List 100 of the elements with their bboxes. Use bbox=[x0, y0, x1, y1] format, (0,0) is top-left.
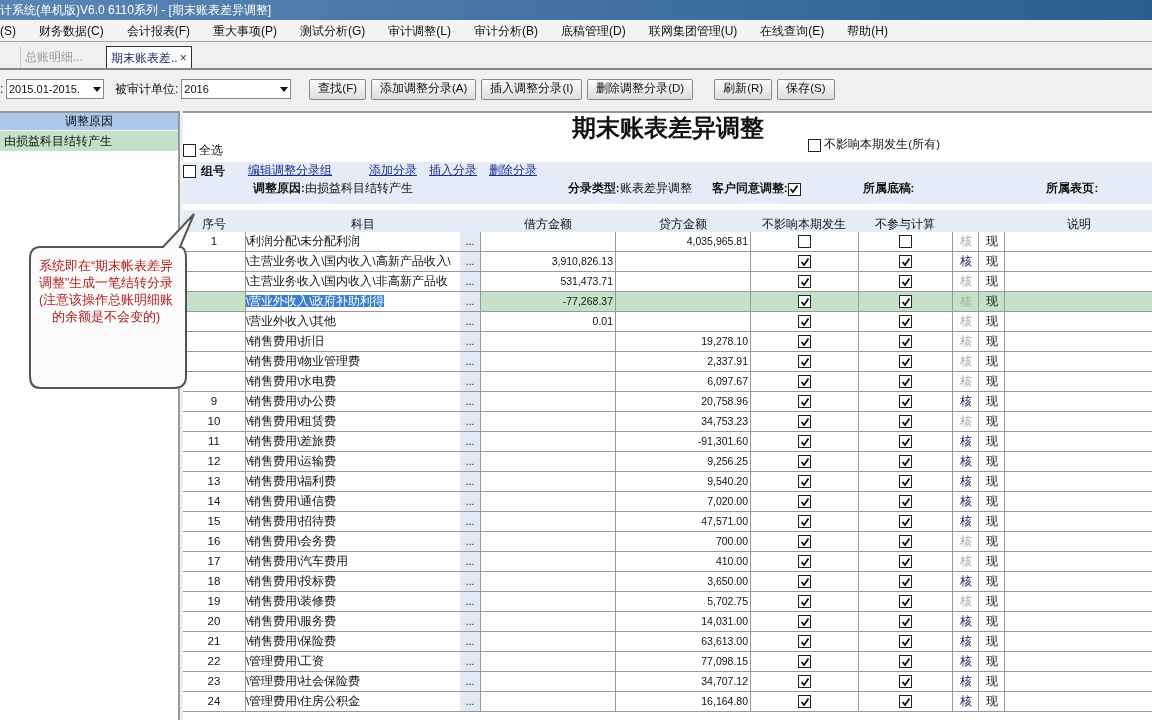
exclude-checkbox[interactable] bbox=[899, 475, 912, 488]
show-link[interactable]: 现 bbox=[985, 355, 998, 367]
browse-button[interactable]: ... bbox=[460, 652, 480, 671]
exclude-checkbox[interactable] bbox=[899, 455, 912, 468]
reason-item[interactable]: 由损益科目结转产生 bbox=[0, 131, 178, 151]
table-row[interactable]: 18 \销售费用\投标费 ... 3,650.00 核 现 bbox=[183, 572, 1152, 592]
exclude-checkbox[interactable] bbox=[899, 615, 912, 628]
action-link[interactable]: 编辑调整分录组 bbox=[248, 162, 332, 180]
exclude-checkbox[interactable] bbox=[899, 575, 912, 588]
not-affect-checkbox[interactable] bbox=[798, 535, 811, 548]
browse-button[interactable]: ... bbox=[460, 412, 480, 431]
show-link[interactable]: 现 bbox=[985, 395, 998, 407]
browse-button[interactable]: ... bbox=[460, 292, 480, 311]
group-checkbox[interactable] bbox=[183, 164, 196, 178]
exclude-checkbox[interactable] bbox=[899, 675, 912, 688]
show-link[interactable]: 现 bbox=[985, 615, 998, 627]
browse-button[interactable]: ... bbox=[460, 512, 480, 531]
table-row[interactable]: 20 \销售费用\服务费 ... 14,031.00 核 现 bbox=[183, 612, 1152, 632]
show-link[interactable]: 现 bbox=[985, 535, 998, 547]
exclude-checkbox[interactable] bbox=[899, 595, 912, 608]
show-link[interactable]: 现 bbox=[985, 275, 998, 287]
browse-button[interactable]: ... bbox=[460, 692, 480, 711]
show-link[interactable]: 现 bbox=[985, 255, 998, 267]
menu-item[interactable]: 帮助(H) bbox=[847, 21, 888, 40]
exclude-checkbox[interactable] bbox=[899, 315, 912, 328]
exclude-checkbox[interactable] bbox=[899, 355, 912, 368]
verify-link[interactable]: 核 bbox=[959, 475, 972, 487]
not-affect-all-checkbox[interactable] bbox=[808, 138, 822, 152]
show-link[interactable]: 现 bbox=[985, 595, 998, 607]
show-link[interactable]: 现 bbox=[985, 515, 998, 527]
menu-item[interactable]: 底稿管理(D) bbox=[561, 21, 626, 40]
select-all-checkbox[interactable] bbox=[183, 143, 196, 157]
show-link[interactable]: 现 bbox=[985, 675, 998, 687]
browse-button[interactable]: ... bbox=[460, 352, 480, 371]
show-link[interactable]: 现 bbox=[985, 335, 998, 347]
menu-item[interactable]: 重大事项(P) bbox=[213, 21, 277, 40]
not-affect-checkbox[interactable] bbox=[798, 375, 811, 388]
exclude-checkbox[interactable] bbox=[899, 335, 912, 348]
not-affect-checkbox[interactable] bbox=[798, 515, 811, 528]
action-link[interactable]: 删除分录 bbox=[489, 162, 537, 180]
menu-item[interactable]: 测试分析(G) bbox=[300, 21, 366, 40]
not-affect-checkbox[interactable] bbox=[798, 695, 811, 708]
verify-link[interactable]: 核 bbox=[959, 395, 972, 407]
not-affect-checkbox[interactable] bbox=[798, 675, 811, 688]
table-row[interactable]: 24 \管理费用\住房公积金 ... 16,164.80 核 现 bbox=[183, 692, 1152, 712]
verify-link[interactable]: 核 bbox=[959, 435, 972, 447]
exclude-checkbox[interactable] bbox=[899, 275, 912, 288]
browse-button[interactable]: ... bbox=[460, 332, 480, 351]
browse-button[interactable]: ... bbox=[460, 372, 480, 391]
not-affect-checkbox[interactable] bbox=[798, 615, 811, 628]
show-link[interactable]: 现 bbox=[985, 415, 998, 427]
exclude-checkbox[interactable] bbox=[899, 555, 912, 568]
browse-button[interactable]: ... bbox=[460, 592, 480, 611]
browse-button[interactable]: ... bbox=[460, 552, 480, 571]
exclude-checkbox[interactable] bbox=[899, 695, 912, 708]
exclude-checkbox[interactable] bbox=[899, 375, 912, 388]
not-affect-checkbox[interactable] bbox=[798, 495, 811, 508]
verify-link[interactable]: 核 bbox=[959, 675, 972, 687]
show-link[interactable]: 现 bbox=[985, 435, 998, 447]
exclude-checkbox[interactable] bbox=[899, 515, 912, 528]
show-link[interactable]: 现 bbox=[985, 455, 998, 467]
table-row[interactable]: \主营业务收入\国内收入\高新产品收入\ ... 3,910,826.13 核 现 bbox=[183, 252, 1152, 272]
table-row[interactable]: \销售费用\折旧 ... 19,278.10 核 现 bbox=[183, 332, 1152, 352]
show-link[interactable]: 现 bbox=[985, 315, 998, 327]
table-row[interactable]: 14 \销售费用\通信费 ... 7,020.00 核 现 bbox=[183, 492, 1152, 512]
table-row[interactable]: 12 \销售费用\运输费 ... 9,256.25 核 现 bbox=[183, 452, 1152, 472]
tab[interactable]: 期末账表差.. × bbox=[106, 46, 192, 68]
not-affect-checkbox[interactable] bbox=[798, 295, 811, 308]
browse-button[interactable]: ... bbox=[460, 452, 480, 471]
not-affect-checkbox[interactable] bbox=[798, 475, 811, 488]
exclude-checkbox[interactable] bbox=[899, 495, 912, 508]
menu-item[interactable]: 审计分析(B) bbox=[474, 21, 538, 40]
browse-button[interactable]: ... bbox=[460, 612, 480, 631]
browse-button[interactable]: ... bbox=[460, 472, 480, 491]
client-agree-checkbox[interactable] bbox=[787, 182, 801, 196]
not-affect-checkbox[interactable] bbox=[798, 635, 811, 648]
browse-button[interactable]: ... bbox=[460, 492, 480, 511]
exclude-checkbox[interactable] bbox=[899, 535, 912, 548]
verify-link[interactable]: 核 bbox=[959, 455, 972, 467]
not-affect-checkbox[interactable] bbox=[798, 435, 811, 448]
not-affect-checkbox[interactable] bbox=[798, 455, 811, 468]
not-affect-checkbox[interactable] bbox=[798, 335, 811, 348]
close-icon[interactable]: × bbox=[179, 48, 187, 67]
verify-link[interactable]: 核 bbox=[959, 255, 972, 267]
verify-link[interactable]: 核 bbox=[959, 615, 972, 627]
not-affect-checkbox[interactable] bbox=[798, 395, 811, 408]
show-link[interactable]: 现 bbox=[985, 555, 998, 567]
not-affect-checkbox[interactable] bbox=[798, 595, 811, 608]
show-link[interactable]: 现 bbox=[985, 475, 998, 487]
not-affect-checkbox[interactable] bbox=[798, 415, 811, 428]
table-row[interactable]: 13 \销售费用\福利费 ... 9,540.20 核 现 bbox=[183, 472, 1152, 492]
not-affect-checkbox[interactable] bbox=[798, 275, 811, 288]
not-affect-checkbox[interactable] bbox=[798, 355, 811, 368]
table-row[interactable]: \销售费用\物业管理费 ... 2,337.91 核 现 bbox=[183, 352, 1152, 372]
browse-button[interactable]: ... bbox=[460, 312, 480, 331]
toolbar-button[interactable]: 插入调整分录(I) bbox=[481, 78, 583, 100]
not-affect-checkbox[interactable] bbox=[798, 555, 811, 568]
not-affect-checkbox[interactable] bbox=[798, 315, 811, 328]
exclude-checkbox[interactable] bbox=[899, 415, 912, 428]
table-row[interactable]: 10 \销售费用\租赁费 ... 34,753.23 核 现 bbox=[183, 412, 1152, 432]
